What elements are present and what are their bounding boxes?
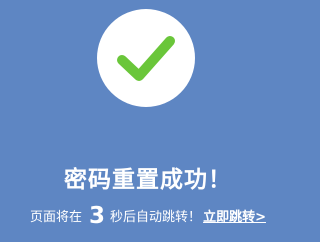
redirect-suffix: 秒后自动跳转！ [110, 210, 202, 225]
check-icon [117, 36, 175, 81]
success-circle [97, 9, 195, 107]
redirect-message: 页面将在 3 秒后自动跳转！ 立即跳转> [0, 203, 296, 231]
jump-now-link[interactable]: 立即跳转> [203, 210, 266, 225]
success-title: 密码重置成功！ [64, 167, 232, 193]
countdown-seconds: 3 [89, 203, 106, 229]
success-panel: 密码重置成功！ 页面将在 3 秒后自动跳转！ 立即跳转> [0, 0, 296, 242]
redirect-prefix: 页面将在 [30, 210, 83, 225]
